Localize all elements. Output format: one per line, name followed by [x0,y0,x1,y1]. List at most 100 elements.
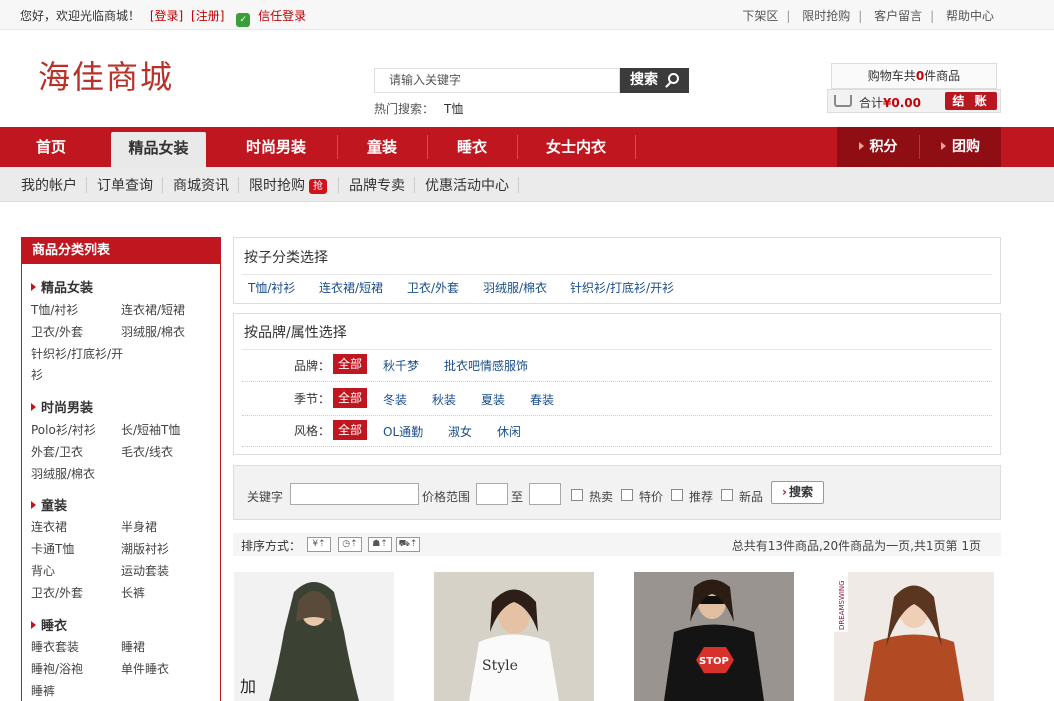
subcategory-link[interactable]: 连衣裙/短裙 [319,279,383,296]
filter-option[interactable]: OL通勤 [383,423,423,440]
filter-option[interactable]: 批衣吧情感服饰 [444,357,528,374]
sidebar-subcategory[interactable]: 运动套装 [121,562,169,579]
nav-men[interactable]: 时尚男装 [215,127,337,167]
sidebar-subcategory[interactable]: 长裤 [121,584,145,601]
sidebar-subcategory[interactable]: 睡袍/浴袍 [31,660,83,677]
filter-option[interactable]: 休闲 [497,423,521,440]
sidebar-subcategory[interactable]: 卫衣/外套 [31,323,83,340]
welcome-text: 您好，欢迎光临商城！ [20,9,141,23]
nav-points[interactable]: 积分 [837,127,919,167]
hot-checkbox[interactable] [571,489,583,501]
subnav-promotions[interactable]: 优惠活动中心 [425,175,509,195]
cart-summary[interactable]: 购物车共0件商品 [831,63,997,89]
sidebar-category-women[interactable]: 精品女装 [31,277,93,296]
subnav-account[interactable]: 我的帐户 [21,175,77,195]
product-image[interactable]: DREAMSWING [834,572,994,701]
sidebar-subcategory[interactable]: 卡通T恤 [31,540,74,557]
recommend-checkbox[interactable] [671,489,683,501]
nav-lingerie[interactable]: 女士内衣 [518,127,634,167]
sidebar-subcategory[interactable]: 背心 [31,562,55,579]
sidebar-subcategory[interactable]: 潮版衬衫 [121,540,169,557]
nav-home[interactable]: 首页 [0,127,102,167]
filter-all-button[interactable]: 全部 [333,388,367,408]
sidebar-category-men[interactable]: 时尚男装 [31,397,93,416]
sidebar-subcategory[interactable]: T恤/衬衫 [31,301,78,318]
subcategory-link[interactable]: T恤/衬衫 [248,279,295,296]
site-logo[interactable]: 海佳商城 [38,52,174,98]
price-max-input[interactable] [529,483,561,505]
sidebar-subcategory[interactable]: 卫衣/外套 [31,584,83,601]
sidebar-subcategory[interactable]: 羽绒服/棉衣 [31,465,95,482]
filter-all-button[interactable]: 全部 [333,420,367,440]
price-min-input[interactable] [476,483,508,505]
filter-option[interactable]: 春装 [530,391,554,408]
checkout-button[interactable]: 结 账 [945,92,997,110]
subnav-news[interactable]: 商城资讯 [173,175,229,195]
sidebar-subcategory[interactable]: 连衣裙 [31,518,67,535]
product-photo-1: 加 [234,572,394,701]
sidebar-subcategory[interactable]: 针织衫/打底衫/开 [31,345,123,362]
sidebar-subcategory[interactable]: 半身裙 [121,518,157,535]
hot-keyword-link[interactable]: T恤 [444,102,463,116]
top-link-help[interactable]: 帮助中心 [946,9,994,23]
sort-sales-icon[interactable]: ⛟⇡ [396,537,420,552]
trust-login-link[interactable]: 信任登录 [258,9,306,23]
sidebar-category-sleepwear[interactable]: 睡衣 [31,615,67,634]
sidebar-subcategory[interactable]: Polo衫/衬衫 [31,421,96,438]
subnav-orders[interactable]: 订单查询 [97,175,153,195]
subnav-brands[interactable]: 品牌专卖 [349,175,405,195]
subnav-flash-sale[interactable]: 限时抢购抢 [249,175,327,195]
filter-all-button[interactable]: 全部 [333,354,367,374]
filter-option[interactable]: 秋千梦 [383,357,419,374]
sidebar-subcategory[interactable]: 睡裤 [31,682,55,699]
filter-option[interactable]: 秋装 [432,391,456,408]
nav-divider [635,135,636,159]
pagination-summary: 总共有13件商品,20件商品为一页,共1页第 1页 [731,539,981,553]
sidebar-subcategory[interactable]: 羽绒服/棉衣 [121,323,185,340]
top-link-flash-sale[interactable]: 限时抢购 [802,9,850,23]
special-checkbox[interactable] [621,489,633,501]
sidebar-subcategory[interactable]: 毛衣/线衣 [121,443,173,460]
sidebar-subcategory[interactable]: 衫 [31,366,43,383]
sidebar-subcategory[interactable]: 长/短袖T恤 [121,421,180,438]
divider [242,381,992,382]
nav-sleepwear[interactable]: 睡衣 [428,127,516,167]
sidebar-subcategory[interactable]: 外套/卫衣 [31,443,83,460]
search-input[interactable]: 请输入关键字 [374,68,620,93]
product-image[interactable]: STOP [634,572,794,701]
keyword-input[interactable] [290,483,419,505]
filter-option[interactable]: 淑女 [448,423,472,440]
product-photo-2: Style [434,572,594,701]
new-checkbox[interactable] [721,489,733,501]
nav-group-buy[interactable]: 团购 [920,127,1001,167]
sidebar-subcategory[interactable]: 单件睡衣 [121,660,169,677]
sidebar-subcategory[interactable]: 睡裙 [121,638,145,655]
sidebar-subcategory[interactable]: 连衣裙/短裙 [121,301,185,318]
product-caption: DREAMSWING [838,580,846,630]
subnav-divider [238,177,239,193]
cart-count: 0 [915,69,925,83]
sort-price-icon[interactable]: ¥⇡ [307,537,331,552]
sort-popular-icon[interactable]: ☗⇡ [368,537,392,552]
search-button[interactable]: 搜索 [620,68,689,93]
filter-option[interactable]: 冬装 [383,391,407,408]
product-image[interactable]: 加 [234,572,394,701]
subcategory-link[interactable]: 针织衫/打底衫/开衫 [570,279,674,296]
sort-time-icon[interactable]: ◷⇡ [338,537,362,552]
top-links: 下架区 | 限时抢购 | 客户留言 | 帮助中心 [742,9,994,23]
product-image[interactable]: Style [434,572,594,701]
chevron-right-icon: › [782,485,787,499]
sidebar-subcategory[interactable]: 睡衣套装 [31,638,79,655]
register-link[interactable]: [注册] [191,9,224,23]
subcategory-link[interactable]: 羽绒服/棉衣 [483,279,547,296]
filter-search-button[interactable]: › 搜索 [771,481,824,504]
top-link-offshelf[interactable]: 下架区 [742,9,778,23]
subcategory-link[interactable]: 卫衣/外套 [407,279,459,296]
nav-kids[interactable]: 童装 [338,127,426,167]
top-link-feedback[interactable]: 客户留言 [874,9,922,23]
login-link[interactable]: [登录] [150,9,183,23]
filter-option[interactable]: 夏装 [481,391,505,408]
nav-women[interactable]: 精品女装 [111,132,206,167]
sidebar-category-kids[interactable]: 童装 [31,495,67,514]
filter-row-label: 风格： [293,424,330,438]
